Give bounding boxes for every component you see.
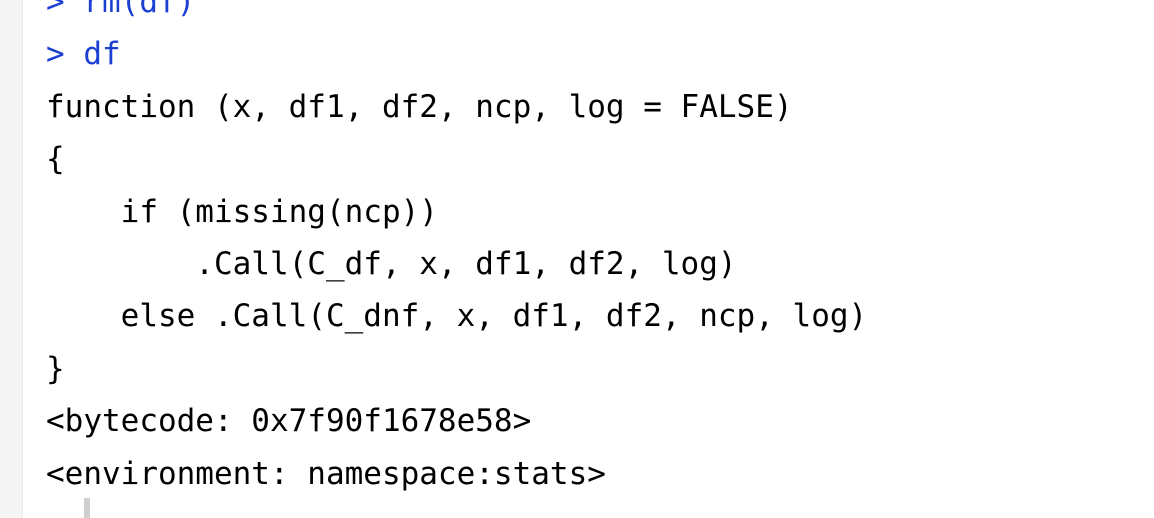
console-output-line: <environment: namespace:stats> bbox=[46, 455, 606, 492]
console-output-line: <bytecode: 0x7f90f1678e58> bbox=[46, 403, 532, 440]
r-console[interactable]: > rm(df) > df function (x, df1, df2, ncp… bbox=[0, 0, 1154, 518]
console-output-line: if (missing(ncp)) bbox=[46, 193, 438, 230]
console-gutter bbox=[0, 0, 23, 518]
prompt-symbol: > bbox=[46, 36, 65, 73]
prompt-symbol: > bbox=[46, 0, 65, 20]
console-output-line: { bbox=[46, 141, 65, 178]
console-output-line: } bbox=[46, 350, 65, 387]
console-output-line: else .Call(C_dnf, x, df1, df2, ncp, log) bbox=[46, 298, 868, 335]
console-input-line: > rm(df) bbox=[46, 0, 867, 28]
console-output-line: function (x, df1, df2, ncp, log = FALSE) bbox=[46, 88, 793, 125]
input-command: rm(df) bbox=[83, 0, 196, 20]
console-output-line: .Call(C_df, x, df1, df2, log) bbox=[46, 245, 737, 282]
console-output: > rm(df) > df function (x, df1, df2, ncp… bbox=[46, 0, 867, 500]
input-command: df bbox=[83, 36, 121, 73]
text-cursor bbox=[84, 498, 90, 518]
console-input-line: > df bbox=[46, 28, 867, 80]
